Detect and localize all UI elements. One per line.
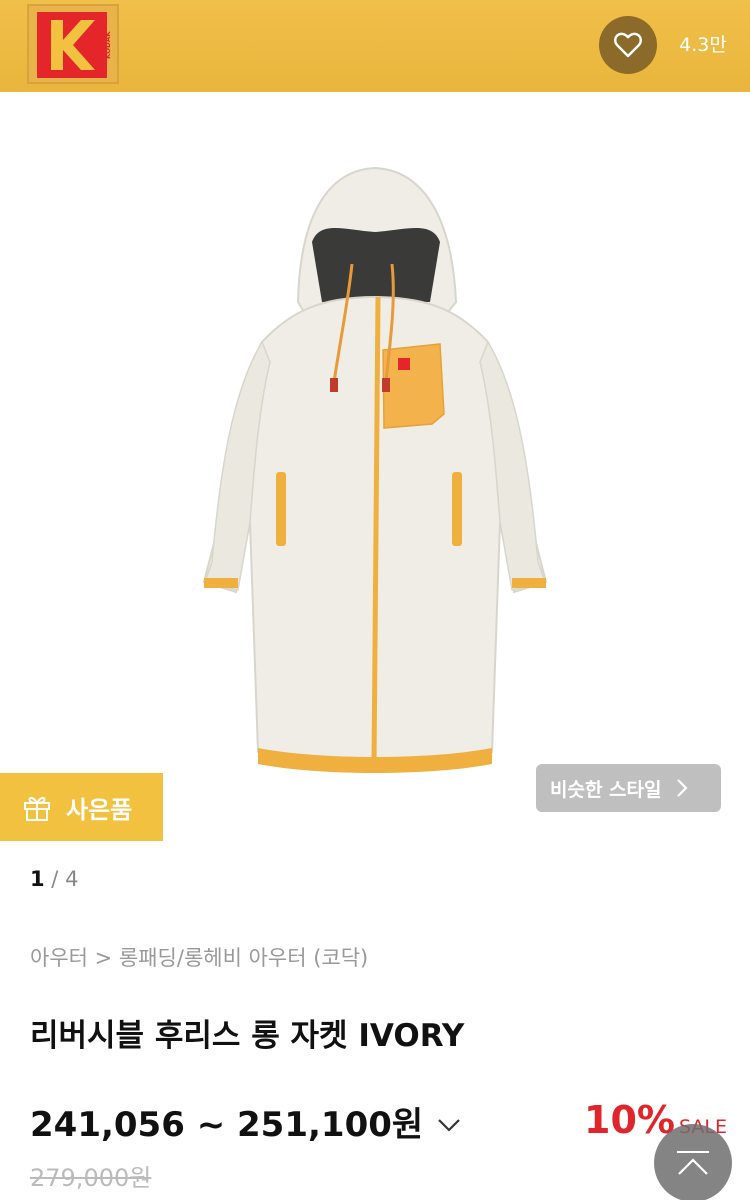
product-title: 리버시블 후리스 롱 자켓 IVORY: [30, 1018, 465, 1054]
logo-mark: [37, 12, 107, 78]
pager-current: 1: [30, 867, 45, 891]
breadcrumb[interactable]: 아우터 > 롱패딩/롱헤비 아우터 (코닥): [30, 942, 368, 972]
similar-style-label: 비슷한 스타일: [550, 778, 662, 801]
heart-icon: [614, 32, 642, 58]
brand-logo[interactable]: KODAK: [27, 4, 119, 84]
top-header: KODAK 4.3만: [0, 0, 750, 92]
scroll-top-button[interactable]: [654, 1124, 732, 1200]
pager-separator: /: [44, 867, 66, 891]
chevron-down-icon: [438, 1118, 460, 1132]
chevron-up-icon: [677, 1151, 709, 1175]
discount-percent: 10%: [584, 1098, 675, 1142]
chevron-right-icon: [676, 779, 688, 797]
logo-wordmark: KODAK: [104, 31, 112, 59]
product-image[interactable]: [0, 92, 750, 862]
gift-badge[interactable]: 사은품: [0, 773, 163, 841]
likes-count: 4.3만: [679, 34, 727, 56]
price-range-text: 241,056 ~ 251,100원: [30, 1105, 424, 1145]
gift-label: 사은품: [66, 795, 133, 824]
similar-style-button[interactable]: 비슷한 스타일: [536, 764, 721, 812]
image-pager: 1 / 4: [30, 867, 78, 891]
wishlist-button[interactable]: [599, 16, 657, 74]
gift-icon: [24, 796, 50, 821]
logo-k-icon: [51, 20, 95, 70]
pager-total: 4: [65, 867, 79, 891]
price-range[interactable]: 241,056 ~ 251,100원: [30, 1097, 461, 1146]
jacket-illustration: [202, 166, 548, 773]
original-price: 279,000원: [30, 1164, 152, 1192]
